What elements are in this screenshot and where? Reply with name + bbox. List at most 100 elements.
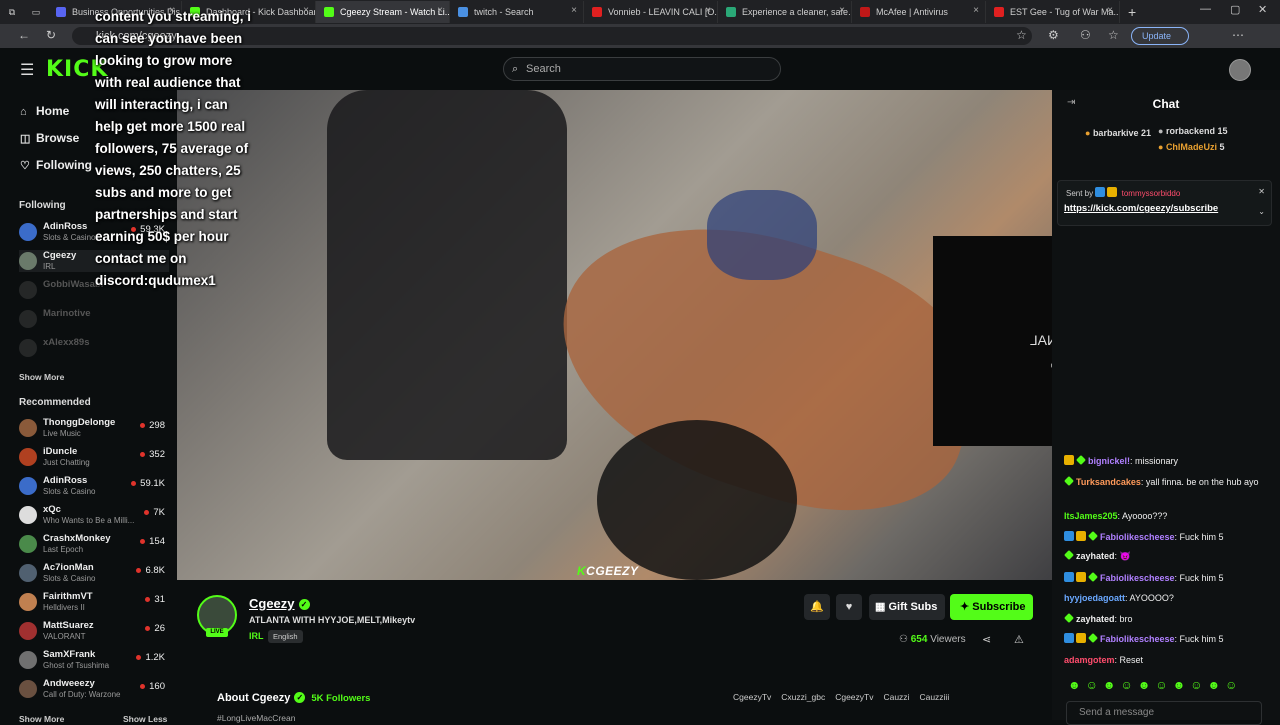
chat-leader[interactable]: ● barbarkive 21 [1085, 128, 1151, 138]
back-icon[interactable]: ← [18, 28, 30, 42]
browser-tab[interactable]: McAfee | Antivirus × [852, 1, 986, 23]
chat-message[interactable]: ItsJames205: Ayoooo??? [1064, 510, 1276, 522]
close-tab-icon[interactable]: × [437, 5, 443, 16]
channel-avatar [19, 310, 37, 328]
channel-avatar [19, 223, 37, 241]
chat-message[interactable]: hyyjoedagoatt: AYOOOO? [1064, 592, 1276, 604]
chat-badge-icon [1076, 531, 1086, 541]
show-more-following[interactable]: Show More [19, 372, 64, 382]
recommended-channel[interactable]: FairithmVT Helldivers II 31 [19, 591, 169, 613]
close-tab-icon[interactable]: × [1107, 5, 1113, 16]
pinned-message[interactable]: Sent by tommyssorbiddo https://kick.com/… [1057, 180, 1272, 226]
chat-message[interactable]: Fabiolikescheese: Fuck him 5 [1064, 633, 1276, 645]
chat-message[interactable]: Turksandcakes: yall finna. be on the hub… [1064, 476, 1276, 488]
social-link[interactable]: Cauzziii [919, 692, 949, 702]
social-link[interactable]: CgeezyTv [733, 692, 771, 702]
recommended-channel[interactable]: iDuncle Just Chatting 352 [19, 446, 169, 468]
close-tab-icon[interactable]: × [973, 5, 979, 16]
pinned-link[interactable]: https://kick.com/cgeezy/subscribe [1064, 203, 1218, 214]
sidebar-toggle-icon[interactable]: ▭ [24, 7, 48, 18]
minimize-icon[interactable]: — [1200, 3, 1211, 15]
heart-icon[interactable]: ♥ [836, 594, 862, 620]
stream-category[interactable]: IRL [249, 631, 264, 641]
recommended-channel[interactable]: ThonggDelonge Live Music 298 [19, 417, 169, 439]
social-link[interactable]: Cauzzi [883, 692, 909, 702]
chat-badge-icon [1076, 572, 1086, 582]
profile-icon[interactable]: ⚇ [1080, 28, 1091, 42]
chevron-down-icon[interactable]: ⌄ [1258, 207, 1265, 216]
channel-avatar [19, 593, 37, 611]
browser-tab[interactable]: twitch - Search × [450, 1, 584, 23]
menu-icon[interactable]: ☰ [20, 60, 34, 80]
browser-tab[interactable]: Vonnieb - LEAVIN CALI [O... × [584, 1, 718, 23]
subscribe-button[interactable]: ✦ Subscribe [950, 594, 1033, 620]
social-link[interactable]: CgeezyTv [835, 692, 873, 702]
recommended-channel[interactable]: MattSuarez VALORANT 26 [19, 620, 169, 642]
channel-avatar [19, 252, 37, 270]
browser-tab[interactable]: EST Gee - Tug of War Ma... × [986, 1, 1120, 23]
unpin-icon[interactable]: ✕ [1258, 187, 1265, 196]
browser-menu-icon[interactable]: ⧉ [0, 7, 24, 18]
recommended-channel[interactable]: Andweeezy Call of Duty: Warzone 160 [19, 678, 169, 700]
reload-icon[interactable]: ↻ [46, 28, 56, 42]
following-channel[interactable]: Marinotive [19, 308, 169, 330]
chat-badge-icon [1064, 613, 1074, 623]
close-window-icon[interactable]: ✕ [1258, 3, 1267, 16]
report-icon[interactable]: ⚠ [1014, 633, 1024, 646]
show-more-recommended[interactable]: Show More [19, 714, 64, 724]
channel-avatar [19, 281, 37, 299]
show-less-recommended[interactable]: Show Less [123, 714, 167, 724]
search-input[interactable]: ⌕ Search [503, 57, 781, 81]
chat-input[interactable]: Send a message [1066, 701, 1262, 725]
nav-following[interactable]: ♡ Following [20, 158, 92, 172]
browser-tab[interactable]: Experience a cleaner, safe... × [718, 1, 852, 23]
chat-message[interactable]: Fabiolikescheese: Fuck him 5 [1064, 531, 1276, 543]
extensions-icon[interactable]: ⚙ [1048, 28, 1059, 42]
about-section: About Cgeezy ✓ 5K Followers [217, 692, 371, 704]
bell-icon[interactable]: 🔔 [804, 594, 830, 620]
recommended-channel[interactable]: AdinRoss Slots & Casino 59.1K [19, 475, 169, 497]
chat-message[interactable]: zayhated: 😈 [1064, 550, 1276, 562]
chat-leader[interactable]: ● ChIMadeUzi 5 [1158, 142, 1224, 152]
stream-language-tag[interactable]: English [268, 630, 303, 643]
recommended-channel[interactable]: xQc Who Wants to Be a Milli... 7K [19, 504, 169, 526]
chat-message[interactable]: Fabiolikescheese: Fuck him 5 [1064, 572, 1276, 584]
streamer-name[interactable]: Cgeezy ✓ [249, 596, 310, 611]
close-tab-icon[interactable]: × [705, 5, 711, 16]
channel-avatar [19, 448, 37, 466]
new-tab-icon[interactable]: + [1128, 4, 1136, 20]
emote-bar[interactable]: ☻☺☻☺☻☺☻☺☻☺ [1068, 678, 1242, 692]
close-tab-icon[interactable]: × [571, 5, 577, 16]
close-tab-icon[interactable]: × [839, 5, 845, 16]
channel-watermark: KCGEEZY [577, 564, 639, 578]
user-avatar[interactable] [1229, 59, 1251, 81]
gift-subs-button[interactable]: ▦ Gift Subs [869, 594, 945, 620]
more-icon[interactable]: ⋯ [1232, 28, 1244, 42]
maximize-icon[interactable]: ▢ [1230, 3, 1240, 16]
chat-message[interactable]: bignickel!: missionary [1064, 455, 1276, 467]
following-channel[interactable]: xAlexx89s [19, 337, 169, 359]
chat-message[interactable]: adamgotem: Reset [1064, 654, 1276, 666]
channel-avatar [19, 506, 37, 524]
tab-favicon [860, 7, 870, 17]
chat-badge-icon [1064, 572, 1074, 582]
update-button[interactable]: Update [1131, 27, 1189, 45]
close-tab-icon[interactable]: × [303, 5, 309, 16]
recommended-channel[interactable]: Ac7ionMan Slots & Casino 6.8K [19, 562, 169, 584]
verified-icon: ✓ [298, 599, 310, 610]
stream-hashtag: #LongLiveMacCrean [217, 713, 296, 723]
channel-avatar [19, 622, 37, 640]
nav-home[interactable]: ⌂ Home [20, 104, 69, 118]
social-link[interactable]: Cxuzzi_gbc [781, 692, 825, 702]
nav-browse[interactable]: ◫ Browse [20, 131, 79, 145]
chat-leader[interactable]: ● rorbackend 15 [1158, 126, 1228, 136]
recommended-channel[interactable]: CrashxMonkey Last Epoch 154 [19, 533, 169, 555]
browser-tab[interactable]: Cgeezy Stream - Watch Li... × [316, 1, 450, 23]
collections-icon[interactable]: ☆ [1108, 28, 1119, 42]
video-player[interactable] [177, 90, 1052, 580]
share-icon[interactable]: ⋖ [982, 633, 991, 646]
recommended-channel[interactable]: SamXFrank Ghost of Tsushima 1.2K [19, 649, 169, 671]
favorite-icon[interactable]: ☆ [1016, 28, 1027, 42]
chat-message[interactable]: zayhated: bro [1064, 613, 1276, 625]
tab-favicon [56, 7, 66, 17]
